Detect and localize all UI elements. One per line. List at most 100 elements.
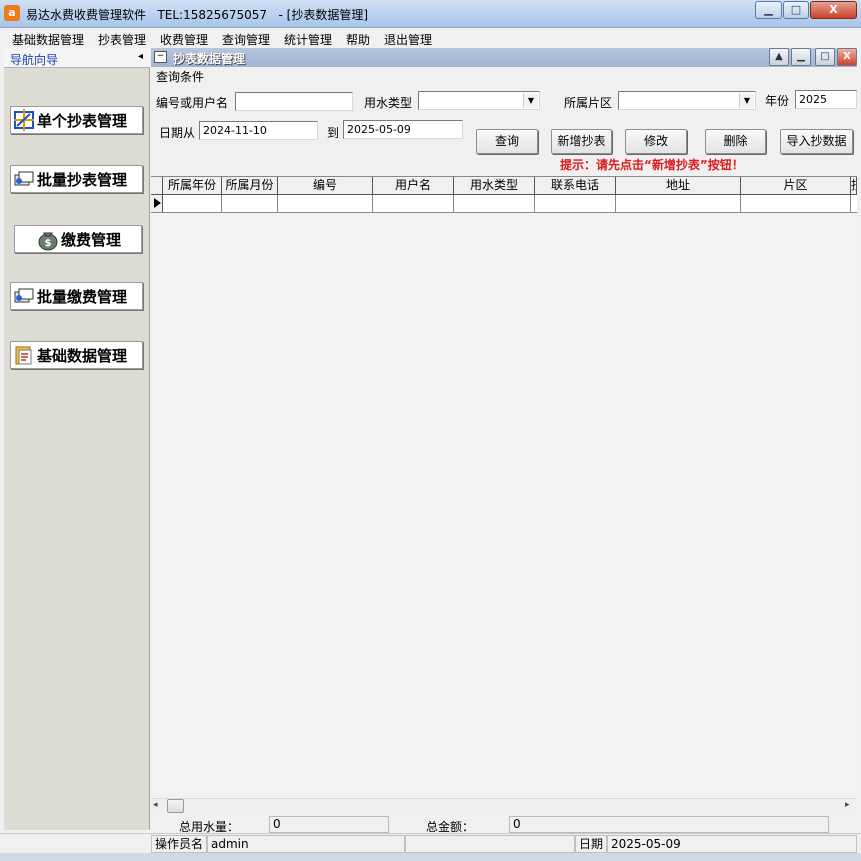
total-amount-value: 0 <box>509 816 829 833</box>
id-or-user-input[interactable] <box>235 92 353 111</box>
row-indicator-icon <box>151 195 163 212</box>
add-reading-button[interactable]: 新增抄表 <box>551 129 612 154</box>
cell-address[interactable] <box>616 195 741 212</box>
nav-title: 导航向导 <box>10 53 59 67</box>
area-label: 所属片区 <box>564 96 613 110</box>
year-label: 年份 <box>765 94 790 108</box>
import-data-button[interactable]: 导入抄数据 <box>780 129 853 154</box>
col-address-header[interactable]: 地址 <box>616 177 741 195</box>
menu-statistics[interactable]: 统计管理 <box>284 31 332 48</box>
date-from-input[interactable] <box>199 121 318 140</box>
chevron-down-icon: ▼ <box>739 93 754 108</box>
data-grid[interactable]: 所属年份 所属月份 编号 用户名 用水类型 联系电话 地址 片区 抄 <box>151 176 857 799</box>
nav-item-label: 单个抄表管理 <box>37 111 128 130</box>
search-button[interactable]: 查询 <box>476 129 538 154</box>
area-select[interactable]: ▼ <box>618 91 756 110</box>
date-from-label: 日期从 <box>159 126 196 140</box>
year-input[interactable] <box>795 90 857 109</box>
minimize-button[interactable]: ▁ <box>755 1 782 19</box>
cell-username[interactable] <box>373 195 454 212</box>
scroll-left-icon[interactable]: ◂ <box>153 800 158 810</box>
window-bottom-edge <box>0 853 861 861</box>
chevron-down-icon: ▼ <box>523 93 538 108</box>
water-type-select[interactable]: ▼ <box>418 91 540 110</box>
nav-panel: 导航向导 ◂ 单个抄表管理 批量抄表管理 $ 缴费管理 批量缴费管理 基础数据管… <box>4 48 150 830</box>
scroll-thumb[interactable] <box>167 799 184 813</box>
menu-charging[interactable]: 收费管理 <box>160 31 208 48</box>
col-month-header[interactable]: 所属月份 <box>222 177 278 195</box>
menu-query[interactable]: 查询管理 <box>222 31 270 48</box>
nav-batch-payment-button[interactable]: 批量缴费管理 <box>10 282 143 310</box>
date-value: 2025-05-09 <box>607 835 857 853</box>
close-button[interactable]: X <box>810 1 857 19</box>
child-maximize-button[interactable]: □ <box>815 48 835 66</box>
child-window-title-bar: − 抄表数据管理 ▲ ▁ □ X <box>151 48 857 67</box>
grid-empty-area <box>151 213 857 799</box>
operator-value: admin <box>207 835 405 853</box>
col-phone-header[interactable]: 联系电话 <box>535 177 616 195</box>
col-id-header[interactable]: 编号 <box>278 177 373 195</box>
batch-meter-icon <box>11 167 37 191</box>
operator-label: 操作员名 <box>151 835 207 853</box>
menu-exit[interactable]: 退出管理 <box>384 31 432 48</box>
child-close-button[interactable]: X <box>837 48 857 66</box>
status-bar: 操作员名 admin 日期 2025-05-09 <box>0 833 861 853</box>
cell-water-type[interactable] <box>454 195 535 212</box>
nav-header: 导航向导 ◂ <box>4 48 150 68</box>
app-icon: a <box>4 5 20 21</box>
col-area-header[interactable]: 片区 <box>741 177 851 195</box>
nav-payment-button[interactable]: $ 缴费管理 <box>14 225 142 253</box>
nav-item-label: 缴费管理 <box>60 230 121 249</box>
horizontal-scrollbar[interactable]: ◂ ▸ <box>151 798 857 813</box>
menu-bar: 基础数据管理 抄表管理 收费管理 查询管理 统计管理 帮助 退出管理 <box>4 29 857 48</box>
window-title: 易达水费收费管理软件 TEL:15825675057 - [抄表数据管理] <box>26 8 369 22</box>
col-username-header[interactable]: 用户名 <box>373 177 454 195</box>
meter-icon <box>11 108 37 132</box>
nav-batch-meter-button[interactable]: 批量抄表管理 <box>10 165 143 193</box>
scroll-right-icon[interactable]: ▸ <box>845 800 850 810</box>
batch-payment-icon <box>11 284 37 308</box>
edit-button[interactable]: 修改 <box>625 129 687 154</box>
id-or-user-label: 编号或用户名 <box>156 96 229 110</box>
total-water-value: 0 <box>269 816 389 833</box>
title-bar: a 易达水费收费管理软件 TEL:15825675057 - [抄表数据管理] … <box>0 0 861 28</box>
date-to-input[interactable] <box>343 120 463 139</box>
nav-collapse-icon[interactable]: ◂ <box>138 51 143 62</box>
status-spacer <box>405 835 575 853</box>
menu-basic-data[interactable]: 基础数据管理 <box>12 31 84 48</box>
maximize-button[interactable]: □ <box>783 1 809 19</box>
cell-phone[interactable] <box>535 195 616 212</box>
nav-basic-data-button[interactable]: 基础数据管理 <box>10 341 143 369</box>
hint-text: 提示：请先点击“新增抄表”按钮！ <box>560 158 744 172</box>
child-minimize-button[interactable]: ▁ <box>791 48 811 66</box>
money-bag-icon: $ <box>35 227 61 251</box>
child-window-title: 抄表数据管理 <box>173 52 246 66</box>
cell-id[interactable] <box>278 195 373 212</box>
table-row[interactable] <box>151 195 857 213</box>
col-water-type-header[interactable]: 用水类型 <box>454 177 535 195</box>
water-type-label: 用水类型 <box>364 96 413 110</box>
nav-item-label: 批量抄表管理 <box>37 170 128 189</box>
svg-text:$: $ <box>45 238 52 249</box>
cell-area[interactable] <box>741 195 851 212</box>
nav-item-label: 批量缴费管理 <box>37 287 128 306</box>
grid-header: 所属年份 所属月份 编号 用户名 用水类型 联系电话 地址 片区 抄 <box>151 177 857 195</box>
menu-help[interactable]: 帮助 <box>346 31 370 48</box>
grid-header-corner <box>151 177 163 195</box>
data-folder-icon <box>11 343 37 367</box>
col-year-header[interactable]: 所属年份 <box>163 177 222 195</box>
query-conditions: 查询条件 编号或用户名 用水类型 ▼ 所属片区 ▼ 年份 日期从 到 查询 新增… <box>151 67 857 176</box>
date-to-label: 到 <box>327 126 340 140</box>
cell-year[interactable] <box>163 195 222 212</box>
nav-item-label: 基础数据管理 <box>37 346 128 365</box>
totals-bar: 总用水量： 0 总金额： 0 <box>151 815 857 834</box>
cell-month[interactable] <box>222 195 278 212</box>
nav-single-meter-button[interactable]: 单个抄表管理 <box>10 106 143 134</box>
col-reading-header[interactable]: 抄 <box>851 177 857 195</box>
date-label: 日期 <box>575 835 607 853</box>
delete-button[interactable]: 删除 <box>705 129 766 154</box>
child-system-menu-icon[interactable]: − <box>154 51 167 63</box>
menu-meter-reading[interactable]: 抄表管理 <box>98 31 146 48</box>
query-group-label: 查询条件 <box>156 70 205 84</box>
child-restore-button[interactable]: ▲ <box>769 48 789 66</box>
